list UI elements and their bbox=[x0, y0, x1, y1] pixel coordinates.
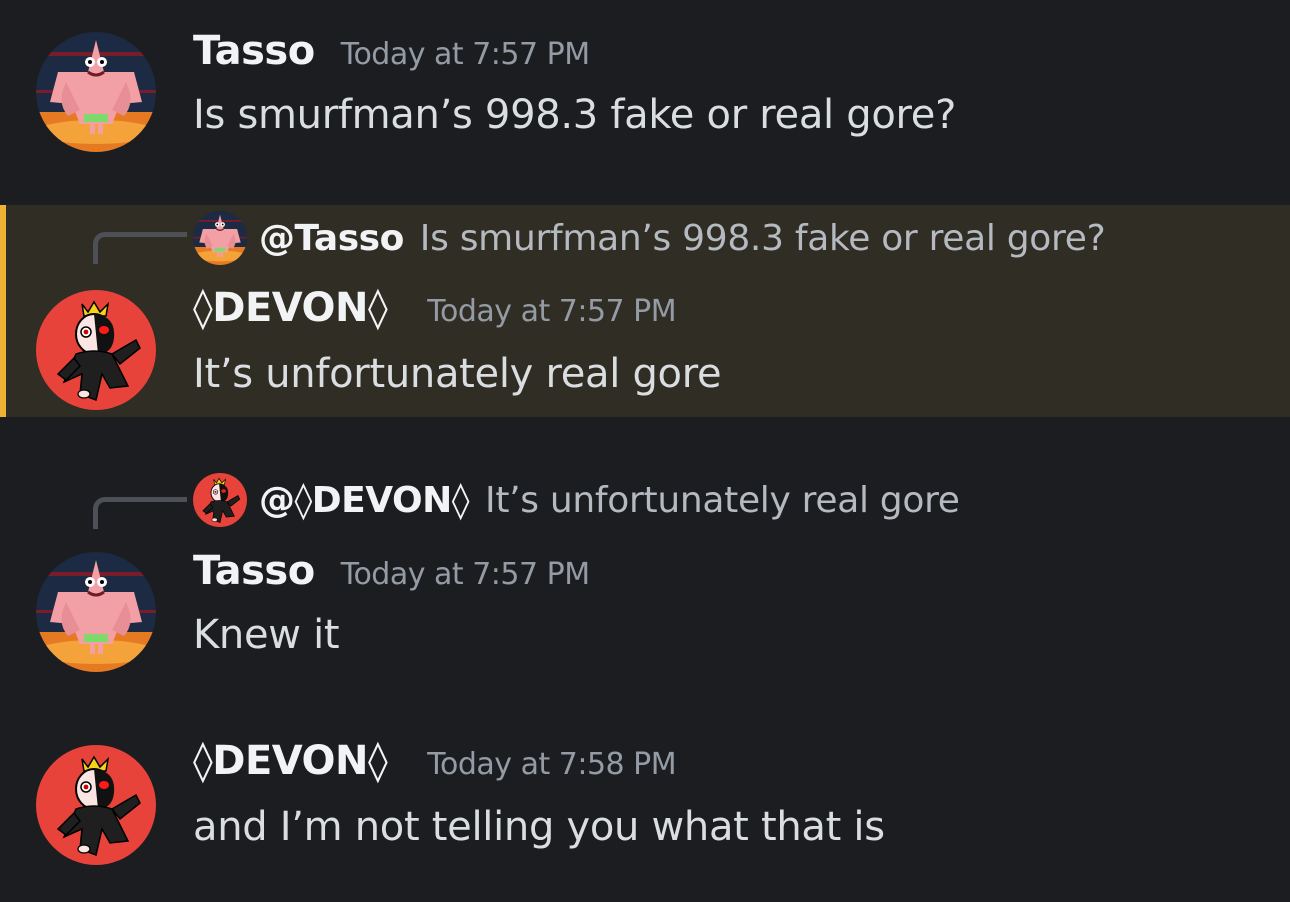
username[interactable]: ◊DEVON◊ bbox=[193, 285, 388, 331]
timestamp: Today at 7:57 PM bbox=[340, 557, 590, 592]
avatar[interactable] bbox=[36, 290, 156, 410]
starfish-avatar-icon bbox=[36, 32, 156, 152]
chat-message: Tasso Today at 7:57 PM Is smurfman’s 998… bbox=[0, 0, 1290, 190]
devil-avatar-icon bbox=[36, 745, 156, 865]
reply-spine bbox=[93, 232, 187, 264]
message-header: Tasso Today at 7:57 PM bbox=[193, 28, 590, 74]
reply-avatar bbox=[193, 473, 247, 527]
chat-message-highlighted: @Tasso Is smurfman’s 998.3 fake or real … bbox=[0, 205, 1290, 417]
message-header: ◊DEVON◊ Today at 7:58 PM bbox=[193, 738, 677, 784]
username[interactable]: ◊DEVON◊ bbox=[193, 738, 388, 784]
reply-content[interactable]: Is smurfman’s 998.3 fake or real gore? bbox=[420, 218, 1106, 259]
username[interactable]: Tasso bbox=[193, 548, 315, 594]
reply-preview[interactable]: @Tasso Is smurfman’s 998.3 fake or real … bbox=[193, 211, 1106, 265]
starfish-avatar-icon bbox=[36, 552, 156, 672]
reply-content[interactable]: It’s unfortunately real gore bbox=[485, 480, 960, 521]
avatar[interactable] bbox=[36, 32, 156, 152]
message-header: ◊DEVON◊ Today at 7:57 PM bbox=[193, 285, 677, 331]
reply-spine bbox=[93, 497, 187, 529]
message-content: Knew it bbox=[193, 612, 340, 658]
timestamp: Today at 7:57 PM bbox=[427, 294, 677, 329]
message-content: It’s unfortunately real gore bbox=[193, 351, 722, 397]
avatar[interactable] bbox=[36, 552, 156, 672]
reply-preview[interactable]: @◊DEVON◊ It’s unfortunately real gore bbox=[193, 473, 960, 527]
timestamp: Today at 7:57 PM bbox=[340, 37, 590, 72]
message-content: Is smurfman’s 998.3 fake or real gore? bbox=[193, 92, 957, 138]
avatar[interactable] bbox=[36, 745, 156, 865]
message-header: Tasso Today at 7:57 PM bbox=[193, 548, 590, 594]
chat-log: Tasso Today at 7:57 PM Is smurfman’s 998… bbox=[0, 0, 1290, 902]
starfish-avatar-icon bbox=[193, 211, 247, 265]
chat-message: @◊DEVON◊ It’s unfortunately real gore Ta… bbox=[0, 470, 1290, 685]
devil-avatar-icon bbox=[193, 473, 247, 527]
reply-avatar bbox=[193, 211, 247, 265]
chat-message: ◊DEVON◊ Today at 7:58 PM and I’m not tel… bbox=[0, 730, 1290, 902]
username[interactable]: Tasso bbox=[193, 28, 315, 74]
timestamp: Today at 7:58 PM bbox=[427, 747, 677, 782]
message-content: and I’m not telling you what that is bbox=[193, 804, 885, 850]
mention-bar bbox=[0, 205, 6, 417]
devil-avatar-icon bbox=[36, 290, 156, 410]
reply-author[interactable]: @Tasso bbox=[259, 218, 404, 259]
reply-author[interactable]: @◊DEVON◊ bbox=[259, 480, 470, 521]
